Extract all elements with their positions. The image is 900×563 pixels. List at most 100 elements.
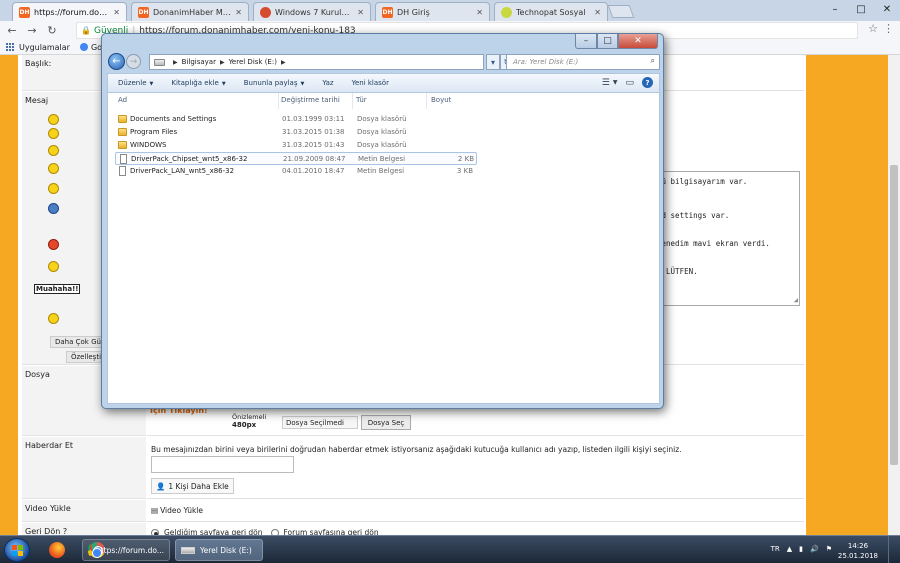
taskbar-task-chrome[interactable]: https://forum.do... (82, 539, 170, 561)
explorer-maximize-icon[interactable]: □ (597, 34, 618, 49)
tab-close-icon[interactable]: ✕ (476, 8, 483, 17)
smiley-icon[interactable] (48, 145, 59, 156)
language-indicator[interactable]: TR (771, 545, 780, 553)
search-icon[interactable]: ⌕ (651, 56, 655, 66)
action-center-icon[interactable]: ⚑ (826, 545, 832, 553)
burn-button[interactable]: Yaz (322, 79, 333, 87)
smiley-thumbs-up-icon[interactable] (48, 183, 59, 194)
smiley-icon[interactable] (48, 128, 59, 139)
video-upload-link[interactable]: ▤ Video Yükle (151, 506, 203, 515)
explorer-title-bar[interactable]: – □ ✕ (102, 34, 663, 54)
view-list-icon[interactable]: ☰ (602, 78, 610, 88)
chevron-down-icon[interactable]: ▼ (613, 79, 618, 86)
breadcrumb-arrow-icon[interactable]: ▶ (220, 59, 225, 66)
file-row-windows[interactable]: WINDOWS 31.03.2015 01:43 Dosya klasörü (115, 139, 477, 152)
column-type[interactable]: Tür (356, 96, 367, 104)
tab-close-icon[interactable]: ✕ (357, 8, 364, 17)
chevron-down-icon: ▼ (149, 81, 154, 87)
maximize-icon[interactable]: □ (848, 0, 874, 18)
tab-technopat[interactable]: Technopat Sosyal ✕ (494, 2, 608, 21)
explorer-close-icon[interactable]: ✕ (618, 34, 658, 49)
smiley-guitar-icon[interactable] (48, 313, 59, 324)
add-person-button[interactable]: 👤 1 Kişi Daha Ekle (151, 478, 234, 494)
tab-dh-login[interactable]: DH DH Giriş ✕ (375, 2, 490, 21)
file-row-program-files[interactable]: Program Files 31.03.2015 01:38 Dosya kla… (115, 126, 477, 139)
smiley-icon[interactable] (48, 114, 59, 125)
reload-icon[interactable]: ↻ (44, 23, 60, 39)
file-size: 3 KB (456, 167, 473, 175)
preview-pane-icon[interactable]: ▭ (625, 78, 634, 88)
page-left-border (0, 55, 18, 535)
explorer-window: – □ ✕ ← → ▶ Bilgisayar ▶ Yerel Disk (E:)… (101, 33, 664, 409)
tab-windows7[interactable]: Windows 7 Kurulu Bir Se... ✕ (253, 2, 371, 21)
clock-date: 25.01.2018 (837, 552, 878, 560)
breadcrumb-computer[interactable]: Bilgisayar (182, 58, 216, 66)
column-divider[interactable] (352, 93, 353, 109)
new-tab-button[interactable] (607, 5, 635, 18)
file-type: Metin Belgesi (357, 167, 405, 175)
add-to-library-menu[interactable]: Kitaplığa ekle ▼ (171, 79, 225, 87)
bookmark-apps[interactable]: Uygulamalar (19, 43, 70, 52)
column-name[interactable]: Ad (118, 96, 127, 104)
breadcrumb-arrow-icon[interactable]: ▶ (173, 59, 178, 66)
tab-forum-new-topic[interactable]: DH https://forum.donanimhab... ✕ (12, 2, 127, 21)
page-scroll-thumb[interactable] (890, 165, 898, 465)
column-size[interactable]: Boyut (431, 96, 451, 104)
bookmark-star-icon[interactable]: ☆ (868, 22, 878, 35)
smiley-angry-icon[interactable] (48, 239, 59, 250)
choose-file-button[interactable]: Dosya Seç (361, 415, 411, 430)
organize-menu[interactable]: Düzenle ▼ (118, 79, 153, 87)
taskbar-firefox[interactable] (38, 539, 76, 561)
taskbar-clock[interactable]: 14:26 25.01.2018 (838, 541, 878, 561)
smiley-muahaha[interactable]: Muahaha!! (34, 284, 81, 294)
close-icon[interactable]: ✕ (874, 0, 900, 18)
tab-donanimhaber-mobile[interactable]: DH DonanimHaber Mobil ✕ (131, 2, 249, 21)
show-desktop-button[interactable] (888, 536, 900, 563)
tray-expand-icon[interactable]: ▲ (787, 545, 792, 553)
explorer-address-bar[interactable]: ▶ Bilgisayar ▶ Yerel Disk (E:) ▶ (149, 54, 484, 70)
more-smileys-button[interactable]: Daha Çok Gül (50, 336, 108, 348)
network-icon[interactable]: ▮ (799, 545, 803, 553)
column-date[interactable]: Değiştirme tarihi (281, 96, 340, 104)
new-folder-button[interactable]: Yeni klasör (352, 79, 389, 87)
forward-arrow-icon[interactable]: → (24, 23, 40, 39)
file-date: 04.01.2010 18:47 (282, 167, 345, 175)
explorer-back-icon[interactable]: ← (108, 53, 125, 70)
preview-label: Önizlemeli (232, 413, 267, 421)
help-icon[interactable]: ? (642, 77, 653, 88)
share-with-menu[interactable]: Bununla paylaş ▼ (244, 79, 305, 87)
menu-dots-icon[interactable]: ⋮ (883, 22, 894, 35)
file-row-driverpack-lan[interactable]: DriverPack_LAN_wnt5_x86-32 04.01.2010 18… (115, 165, 477, 178)
textarea-line: denedim mavi ekran verdi. (657, 239, 770, 248)
tab-close-icon[interactable]: ✕ (594, 8, 601, 17)
explorer-minimize-icon[interactable]: – (575, 34, 597, 49)
breadcrumb-arrow-icon[interactable]: ▶ (281, 59, 286, 66)
file-row-documents-and-settings[interactable]: Documents and Settings 01.03.1999 03:11 … (115, 113, 477, 126)
minimize-icon[interactable]: – (822, 0, 848, 18)
back-arrow-icon[interactable]: ← (4, 23, 20, 39)
apps-grid-icon[interactable] (6, 42, 15, 52)
column-divider[interactable] (278, 93, 279, 109)
notify-user-input[interactable] (151, 456, 294, 473)
smiley-hat-icon[interactable] (48, 261, 59, 272)
explorer-forward-icon[interactable]: → (126, 54, 141, 69)
file-row-driverpack-chipset[interactable]: DriverPack_Chipset_wnt5_x86-32 21.09.200… (115, 152, 477, 165)
smiley-blue-icon[interactable] (48, 203, 59, 214)
start-button[interactable] (4, 538, 30, 562)
drive-icon (181, 546, 195, 554)
smiley-thumbs-up-icon[interactable] (48, 163, 59, 174)
breadcrumb-drive[interactable]: Yerel Disk (E:) (229, 58, 277, 66)
tab-close-icon[interactable]: ✕ (235, 8, 242, 17)
explorer-search-box[interactable]: Ara: Yerel Disk (E:) ⌕ (506, 54, 660, 70)
browser-tab-strip: DH https://forum.donanimhab... ✕ DH Dona… (0, 0, 900, 21)
browser-window-controls: – □ ✕ (822, 0, 900, 18)
taskbar-task-explorer[interactable]: Yerel Disk (E:) (175, 539, 263, 561)
volume-icon[interactable]: 🔊 (810, 545, 819, 553)
column-divider[interactable] (426, 93, 427, 109)
resize-grip-icon[interactable]: ◢ (794, 296, 798, 304)
message-textarea[interactable]: tü bilgisayarım var. nd settings var. de… (650, 171, 800, 306)
history-dropdown-icon[interactable]: ▾ (486, 54, 500, 70)
explorer-window-controls: – □ ✕ (575, 34, 658, 49)
tab-close-icon[interactable]: ✕ (113, 8, 120, 17)
donanimhaber-favicon-icon: DH (138, 6, 149, 18)
